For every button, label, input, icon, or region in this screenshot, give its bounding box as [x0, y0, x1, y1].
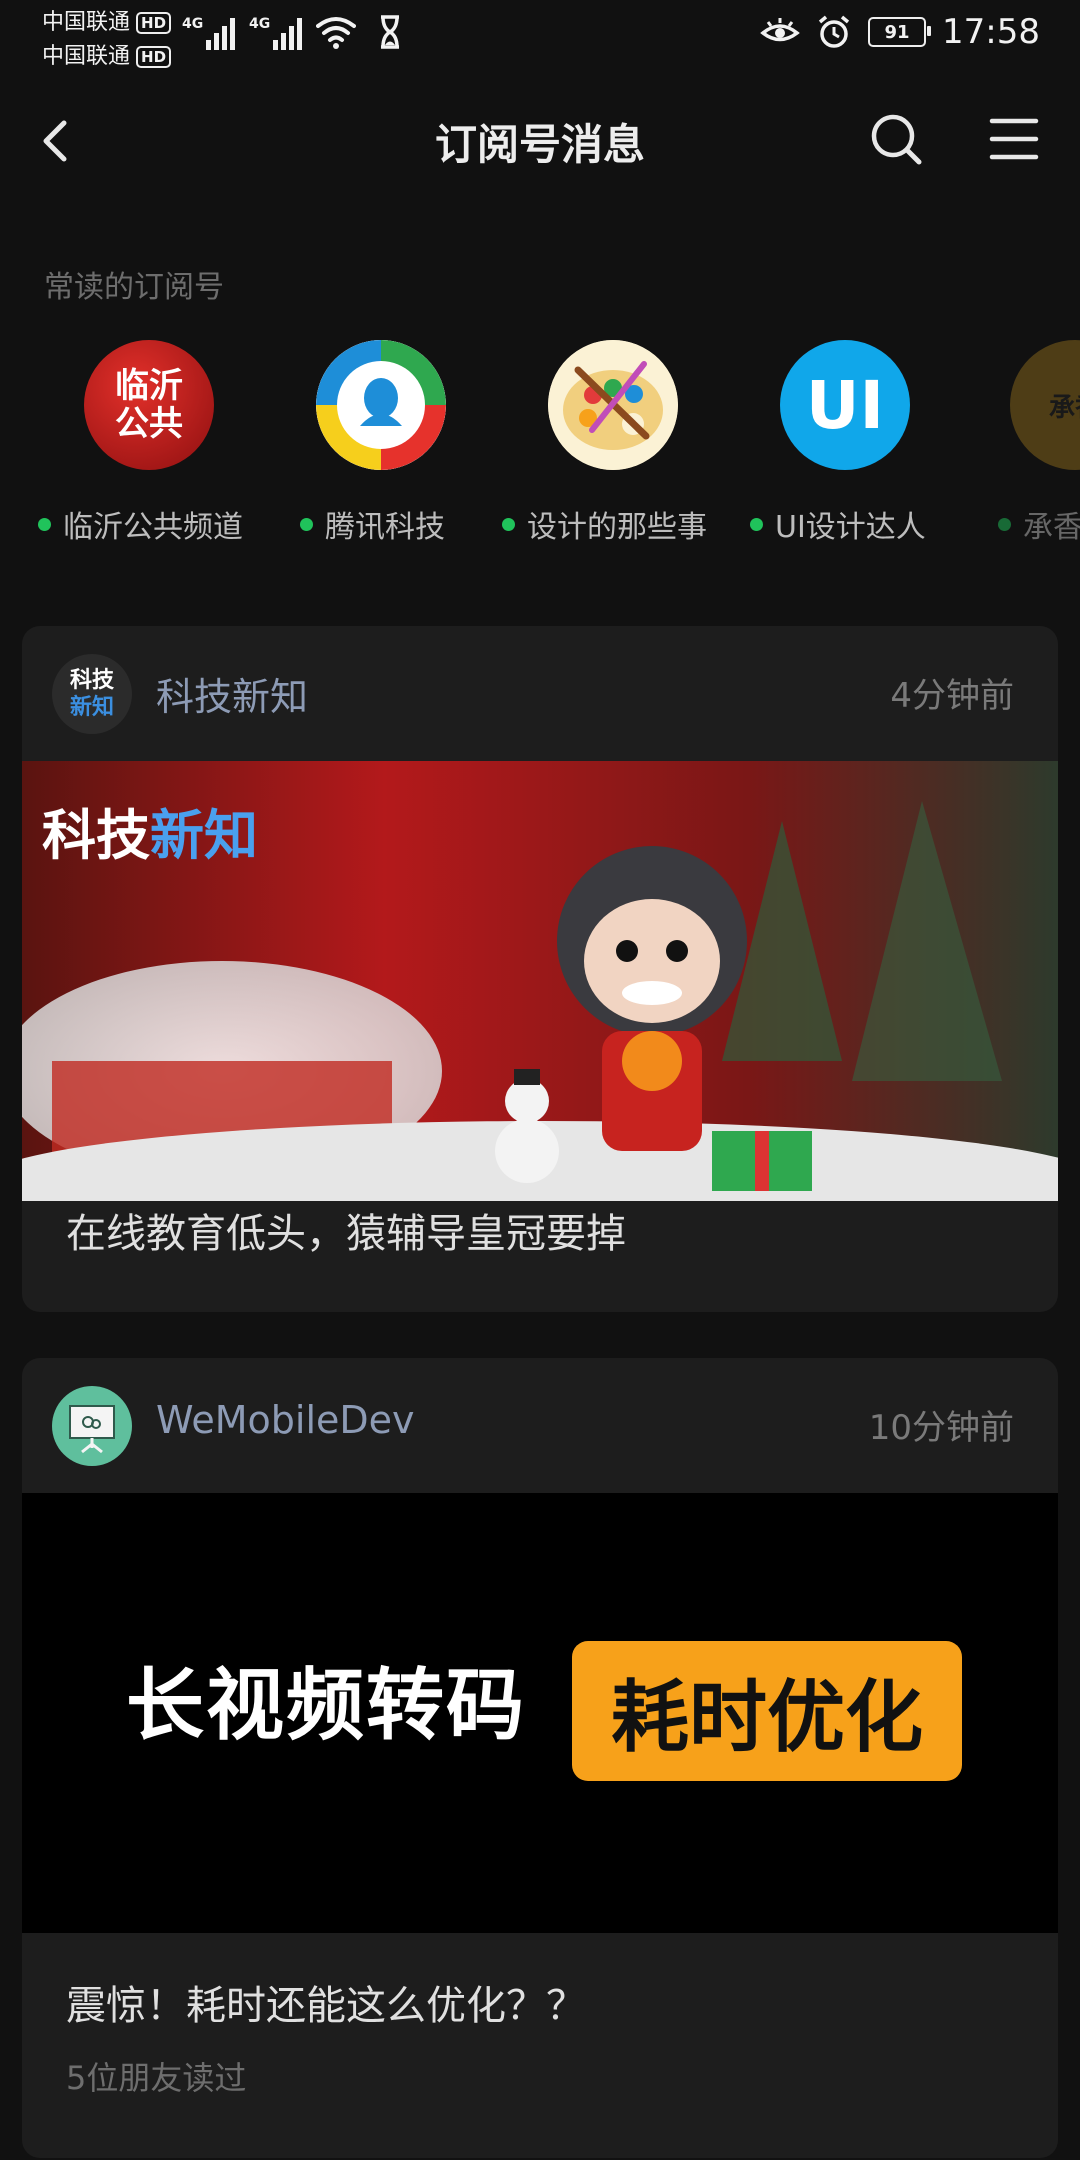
search-icon[interactable] [868, 111, 924, 167]
account-avatar[interactable] [52, 1386, 132, 1466]
friends-read-count: 5位朋友读过 [66, 2059, 247, 2097]
section-title: 常读的订阅号 [44, 270, 224, 305]
account-name[interactable]: WeMobileDev [156, 1398, 415, 1442]
online-dot [38, 517, 51, 531]
frequent-accounts-list: 临沂 公共 临沂公共频道 腾讯科技 设计的那些事 UI UI设计达人 承 承香 [0, 340, 1080, 550]
account-label: 腾讯科技 [300, 502, 445, 546]
hd-badge: HD [136, 12, 172, 34]
palette-icon [548, 340, 678, 470]
avatar-text: 临沂 [115, 366, 183, 406]
network-type: 4G [249, 16, 271, 32]
cover-text: 新知 [150, 803, 258, 867]
article-title[interactable]: 在线教育低头，猿辅导皇冠要掉 [66, 1201, 626, 1259]
eye-comfort-icon [760, 18, 800, 42]
account-avatar [548, 340, 678, 470]
account-avatar[interactable]: 科技 新知 [52, 654, 132, 734]
cover-image[interactable]: 长视频转码 耗时优化 [22, 1493, 1058, 1933]
frequent-account-item[interactable]: 临沂 公共 临沂公共频道 [36, 340, 276, 550]
cover-title: 科技新知 [42, 791, 258, 870]
message-card[interactable]: WeMobileDev 10分钟前 长视频转码 耗时优化 震惊！耗时还能这么优化… [22, 1358, 1058, 2158]
account-name: 设计的那些事 [527, 510, 707, 545]
online-dot [502, 517, 515, 531]
nav-bar: 订阅号消息 [0, 95, 1080, 185]
frequent-account-item[interactable]: UI UI设计达人 [750, 340, 990, 550]
account-label: 临沂公共频道 [38, 502, 243, 546]
status-right: 91 17:58 [760, 12, 1040, 52]
cover-text: 科技 [42, 803, 150, 867]
account-avatar [316, 340, 446, 470]
wifi-icon [316, 17, 356, 49]
account-name: 腾讯科技 [325, 510, 445, 545]
account-name: 承香 [1023, 510, 1080, 545]
account-label: 承香 [998, 502, 1080, 546]
avatar-text: 公共 [115, 404, 183, 444]
account-avatar: 承香 [1010, 340, 1080, 470]
carrier-name: 中国联通 [42, 44, 131, 69]
account-avatar: UI [780, 340, 910, 470]
signal-strength-icon: 4G [182, 16, 235, 50]
avatar-text: 承香 [1048, 392, 1080, 423]
menu-icon[interactable] [988, 113, 1040, 165]
avatar-text: 科技 [69, 668, 114, 693]
presentation-board-icon [69, 1405, 115, 1454]
card-header: WeMobileDev 10分钟前 [22, 1358, 1058, 1493]
hourglass-icon [381, 15, 399, 49]
online-dot [750, 517, 763, 531]
account-label: UI设计达人 [750, 502, 926, 546]
hd-badge: HD [136, 46, 172, 68]
article-title[interactable]: 震惊！耗时还能这么优化？？ [66, 1973, 586, 2031]
post-time: 4分钟前 [890, 676, 1014, 716]
network-type: 4G [182, 16, 204, 32]
signal-indicators: 4G 4G [182, 14, 410, 50]
card-header: 科技 新知 科技新知 4分钟前 [22, 626, 1058, 761]
clock: 17:58 [942, 12, 1040, 52]
account-avatar: 临沂 公共 [84, 340, 214, 470]
alarm-icon [818, 15, 850, 48]
message-card[interactable]: 科技 新知 科技新知 4分钟前 科技新知 在线教育低头，猿辅导皇冠要掉 [22, 626, 1058, 1312]
carrier-name: 中国联通 [42, 10, 131, 35]
account-label: 设计的那些事 [502, 502, 707, 546]
post-time: 10分钟前 [868, 1408, 1014, 1448]
signal-strength-icon: 4G [249, 16, 302, 50]
status-bar: 中国联通 HD 中国联通 HD 4G 4G 91 17:58 [0, 0, 1080, 80]
online-dot [998, 517, 1011, 531]
avatar-text: UI [805, 366, 885, 444]
account-name: UI设计达人 [775, 510, 926, 545]
battery-level: 91 [884, 21, 910, 43]
frequent-account-item[interactable]: 承香 承香 [998, 340, 1080, 550]
account-name: 临沂公共频道 [63, 510, 243, 545]
cover-image[interactable]: 科技新知 [22, 761, 1058, 1201]
cover-highlight: 耗时优化 [572, 1641, 962, 1781]
tencent-logo-icon [316, 340, 446, 470]
avatar-text: 新知 [69, 695, 114, 720]
frequent-account-item[interactable]: 设计的那些事 [500, 340, 740, 550]
account-name[interactable]: 科技新知 [156, 666, 308, 721]
battery-icon: 91 [868, 17, 932, 47]
cover-text: 长视频转码 [126, 1661, 527, 1751]
online-dot [300, 517, 313, 531]
carrier-info: 中国联通 HD 中国联通 HD [42, 6, 172, 74]
